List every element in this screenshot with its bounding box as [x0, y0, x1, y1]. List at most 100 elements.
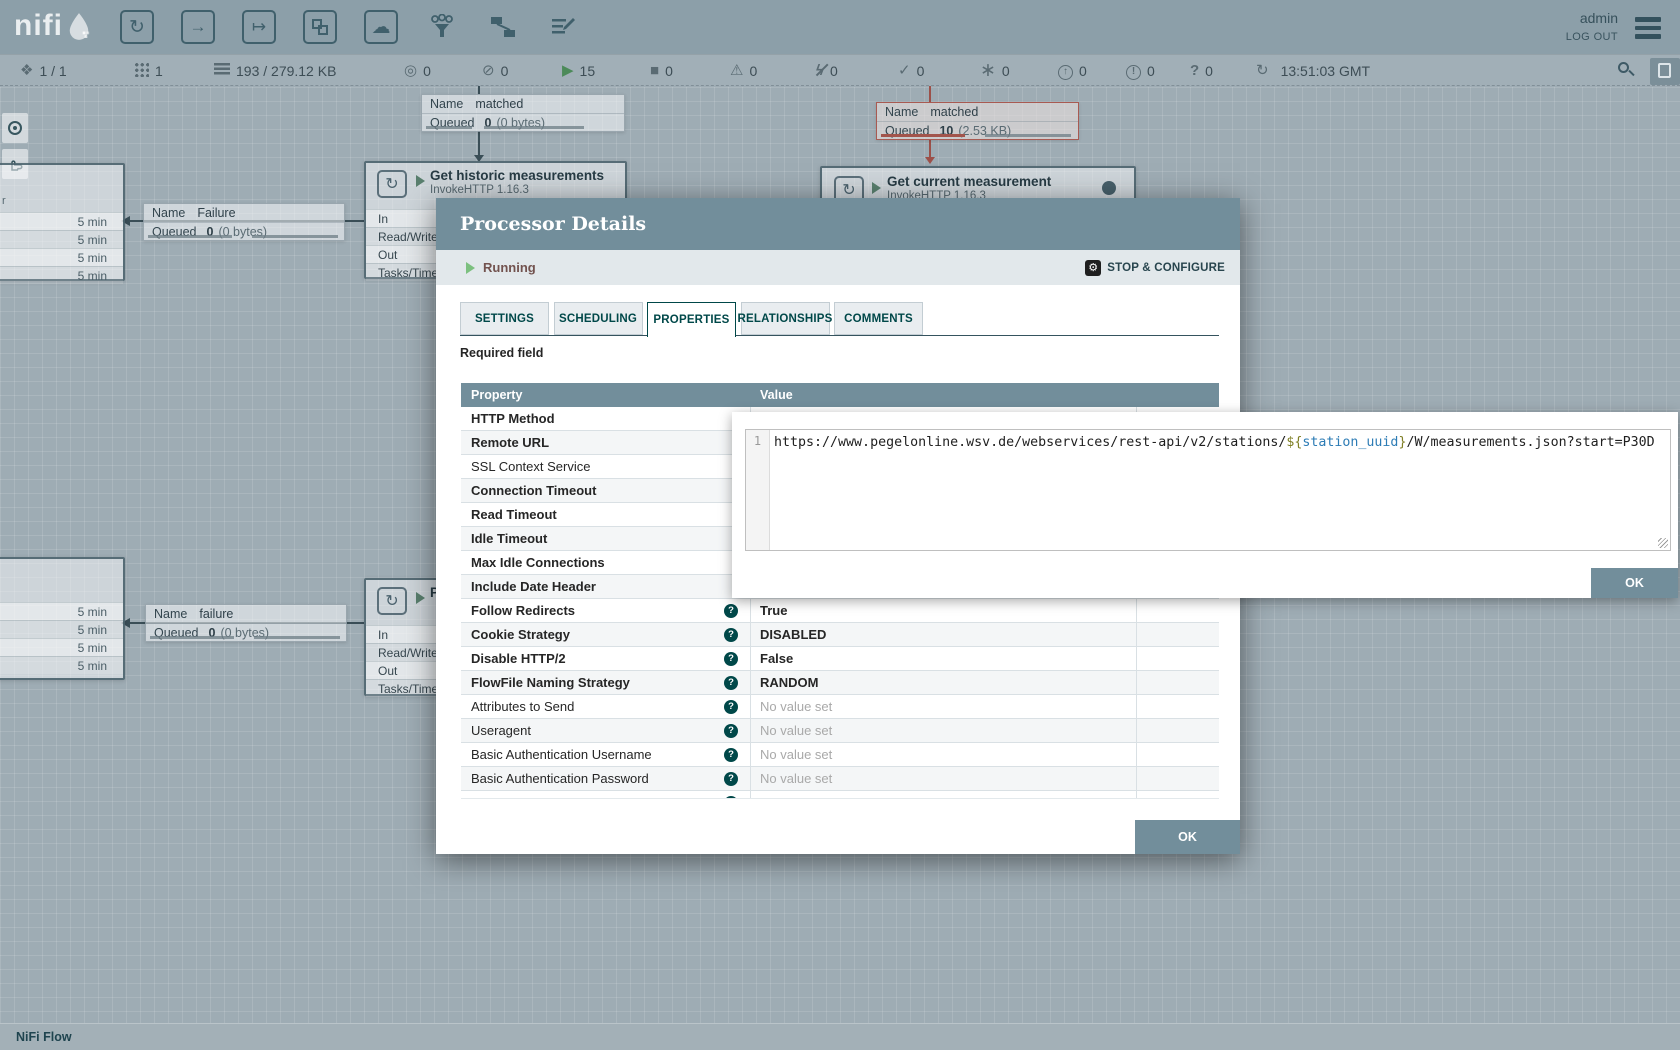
- processor-title: Get historic measurements: [430, 168, 604, 183]
- property-name: Basic Authentication Password: [471, 767, 649, 790]
- status-bar: ↻ 13:51:03 GMT ❖1 / 11193 / 279.12 KB◎0⊘…: [0, 54, 1680, 86]
- disabled-icon: ϟ: [816, 63, 824, 78]
- dialog-ok-button[interactable]: OK: [1135, 820, 1240, 854]
- status-stale: ↑0: [1058, 55, 1087, 86]
- queue-bar: [254, 636, 340, 639]
- property-value[interactable]: False: [760, 647, 793, 670]
- transmitting-icon: ◎: [404, 63, 417, 78]
- property-name: Useragent: [471, 719, 531, 742]
- running-indicator-icon: [416, 592, 425, 604]
- tab-properties[interactable]: PROPERTIES: [647, 302, 736, 337]
- queue-bar: [881, 134, 965, 137]
- line-number-gutter: 1: [746, 430, 770, 550]
- help-icon[interactable]: ?: [724, 628, 738, 642]
- processor-title: Get current measurement: [887, 174, 1051, 189]
- locally-modified-stale-count: 0: [1147, 63, 1155, 79]
- status-stopped: ■0: [650, 55, 673, 86]
- table-header: Property Value: [461, 383, 1219, 407]
- help-icon[interactable]: ?: [724, 604, 738, 618]
- funnel-icon[interactable]: [425, 10, 459, 44]
- status-connected-nodes: ❖1 / 1: [20, 55, 67, 86]
- property-value[interactable]: No value set: [760, 767, 832, 790]
- dialog-tabs: SETTINGSSCHEDULINGPROPERTIESRELATIONSHIP…: [460, 302, 1219, 336]
- help-icon[interactable]: ?: [724, 652, 738, 666]
- global-menu-icon[interactable]: [1635, 17, 1661, 39]
- line-number: 1: [754, 434, 761, 448]
- stale-count: 0: [1079, 63, 1087, 79]
- help-icon[interactable]: ?: [724, 772, 738, 786]
- property-name: Attributes to Send: [471, 695, 574, 718]
- refresh-icon[interactable]: ↻: [1256, 63, 1269, 78]
- status-locally-modified-stale: !0: [1126, 55, 1155, 86]
- property-name: Include Date Header: [471, 575, 596, 598]
- property-row: Attributes to Send? No value set: [461, 695, 1219, 719]
- connection-label-failure-upper[interactable]: NameFailure Queued0(0 bytes): [143, 203, 345, 241]
- property-name: SSL Context Service: [471, 455, 590, 478]
- sync-failure-count: 0: [1205, 63, 1213, 79]
- queued-icon: [214, 63, 230, 78]
- queue-bar: [252, 235, 338, 238]
- dialog-title: Processor Details: [436, 198, 1240, 250]
- processor-loop-icon: ↻: [377, 587, 407, 615]
- resize-handle-icon[interactable]: [1658, 538, 1668, 548]
- connection-label-matched-top[interactable]: Namematched Queued0(0 bytes): [421, 94, 625, 132]
- stat-row: 5 min: [0, 602, 123, 620]
- help-icon[interactable]: ?: [724, 700, 738, 714]
- property-value[interactable]: True: [760, 599, 787, 622]
- remote-process-group-icon[interactable]: ☁: [364, 10, 398, 44]
- connection-label-matched-selected[interactable]: Namematched Queued10(2.53 KB): [876, 102, 1079, 140]
- component-toolbar: ↻ → ↦ ☁: [120, 10, 581, 44]
- process-group-icon[interactable]: [303, 10, 337, 44]
- stat-row: 5 min: [0, 248, 123, 266]
- processor-icon[interactable]: ↻: [120, 10, 154, 44]
- app-header: nifi ↻ → ↦ ☁ admin LOG OUT: [0, 0, 1680, 54]
- tab-relationships[interactable]: RELATIONSHIPS: [741, 302, 830, 335]
- panel-icon: [1658, 63, 1671, 78]
- tab-settings[interactable]: SETTINGS: [460, 302, 549, 335]
- output-port-icon[interactable]: ↦: [242, 10, 276, 44]
- value-editor-popup: 1 https://www.pegelonline.wsv.de/webserv…: [732, 412, 1678, 598]
- search-button[interactable]: [1618, 62, 1636, 80]
- expression-editor[interactable]: 1 https://www.pegelonline.wsv.de/webserv…: [745, 429, 1671, 551]
- operate-panel-toggle[interactable]: [1650, 58, 1680, 85]
- property-row: Basic Authentication Password? No value s…: [461, 767, 1219, 791]
- current-user: admin: [1566, 10, 1618, 26]
- status-transmitting: ◎0: [404, 55, 431, 86]
- processor-offscreen-upper[interactable]: 5 min 5 min 5 min 5 min: [0, 163, 125, 281]
- connection-name-row: Namefailure: [146, 605, 346, 623]
- connection-label-failure-lower[interactable]: Namefailure Queued0(0 bytes): [145, 604, 347, 642]
- queue-bar: [148, 235, 232, 238]
- property-value[interactable]: RANDOM: [760, 671, 819, 694]
- tab-comments[interactable]: COMMENTS: [834, 302, 923, 335]
- breadcrumb[interactable]: NiFi Flow: [16, 1030, 72, 1044]
- property-value[interactable]: DISABLED: [760, 623, 826, 646]
- property-value[interactable]: No value set: [760, 719, 832, 742]
- running-indicator-icon: [872, 182, 881, 194]
- help-icon[interactable]: ?: [724, 724, 738, 738]
- tab-scheduling[interactable]: SCHEDULING: [554, 302, 643, 335]
- stale-icon: ↑: [1058, 62, 1073, 80]
- nifi-logo: nifi: [14, 9, 91, 43]
- input-port-icon[interactable]: →: [181, 10, 215, 44]
- help-icon[interactable]: ?: [724, 796, 738, 799]
- help-icon[interactable]: ?: [724, 748, 738, 762]
- dialog-status-row: Running ⚙ STOP & CONFIGURE: [436, 250, 1240, 285]
- property-row: Follow Redirects?True: [461, 599, 1219, 623]
- help-icon[interactable]: ?: [724, 676, 738, 690]
- disabled-count: 0: [830, 63, 838, 79]
- editor-ok-button[interactable]: OK: [1591, 568, 1678, 598]
- logout-link[interactable]: LOG OUT: [1566, 31, 1618, 43]
- stopped-icon: ■: [650, 63, 659, 78]
- logo-text: nifi: [14, 9, 63, 43]
- template-icon[interactable]: [486, 10, 520, 44]
- processor-offscreen-lower[interactable]: 5 min 5 min 5 min 5 min: [0, 557, 125, 680]
- canvas-tool-button[interactable]: [2, 113, 28, 143]
- code-segment-plain: https://www.pegelonline.wsv.de/webservic…: [774, 435, 1286, 450]
- stop-and-configure-button[interactable]: ⚙ STOP & CONFIGURE: [1085, 260, 1225, 276]
- editor-code-line[interactable]: https://www.pegelonline.wsv.de/webservic…: [770, 430, 1670, 550]
- processor-badge-icon: [1102, 181, 1116, 195]
- property-name: HTTP Method: [471, 407, 555, 430]
- label-icon[interactable]: [547, 10, 581, 44]
- property-value[interactable]: No value set: [760, 695, 832, 718]
- property-value[interactable]: No value set: [760, 743, 832, 766]
